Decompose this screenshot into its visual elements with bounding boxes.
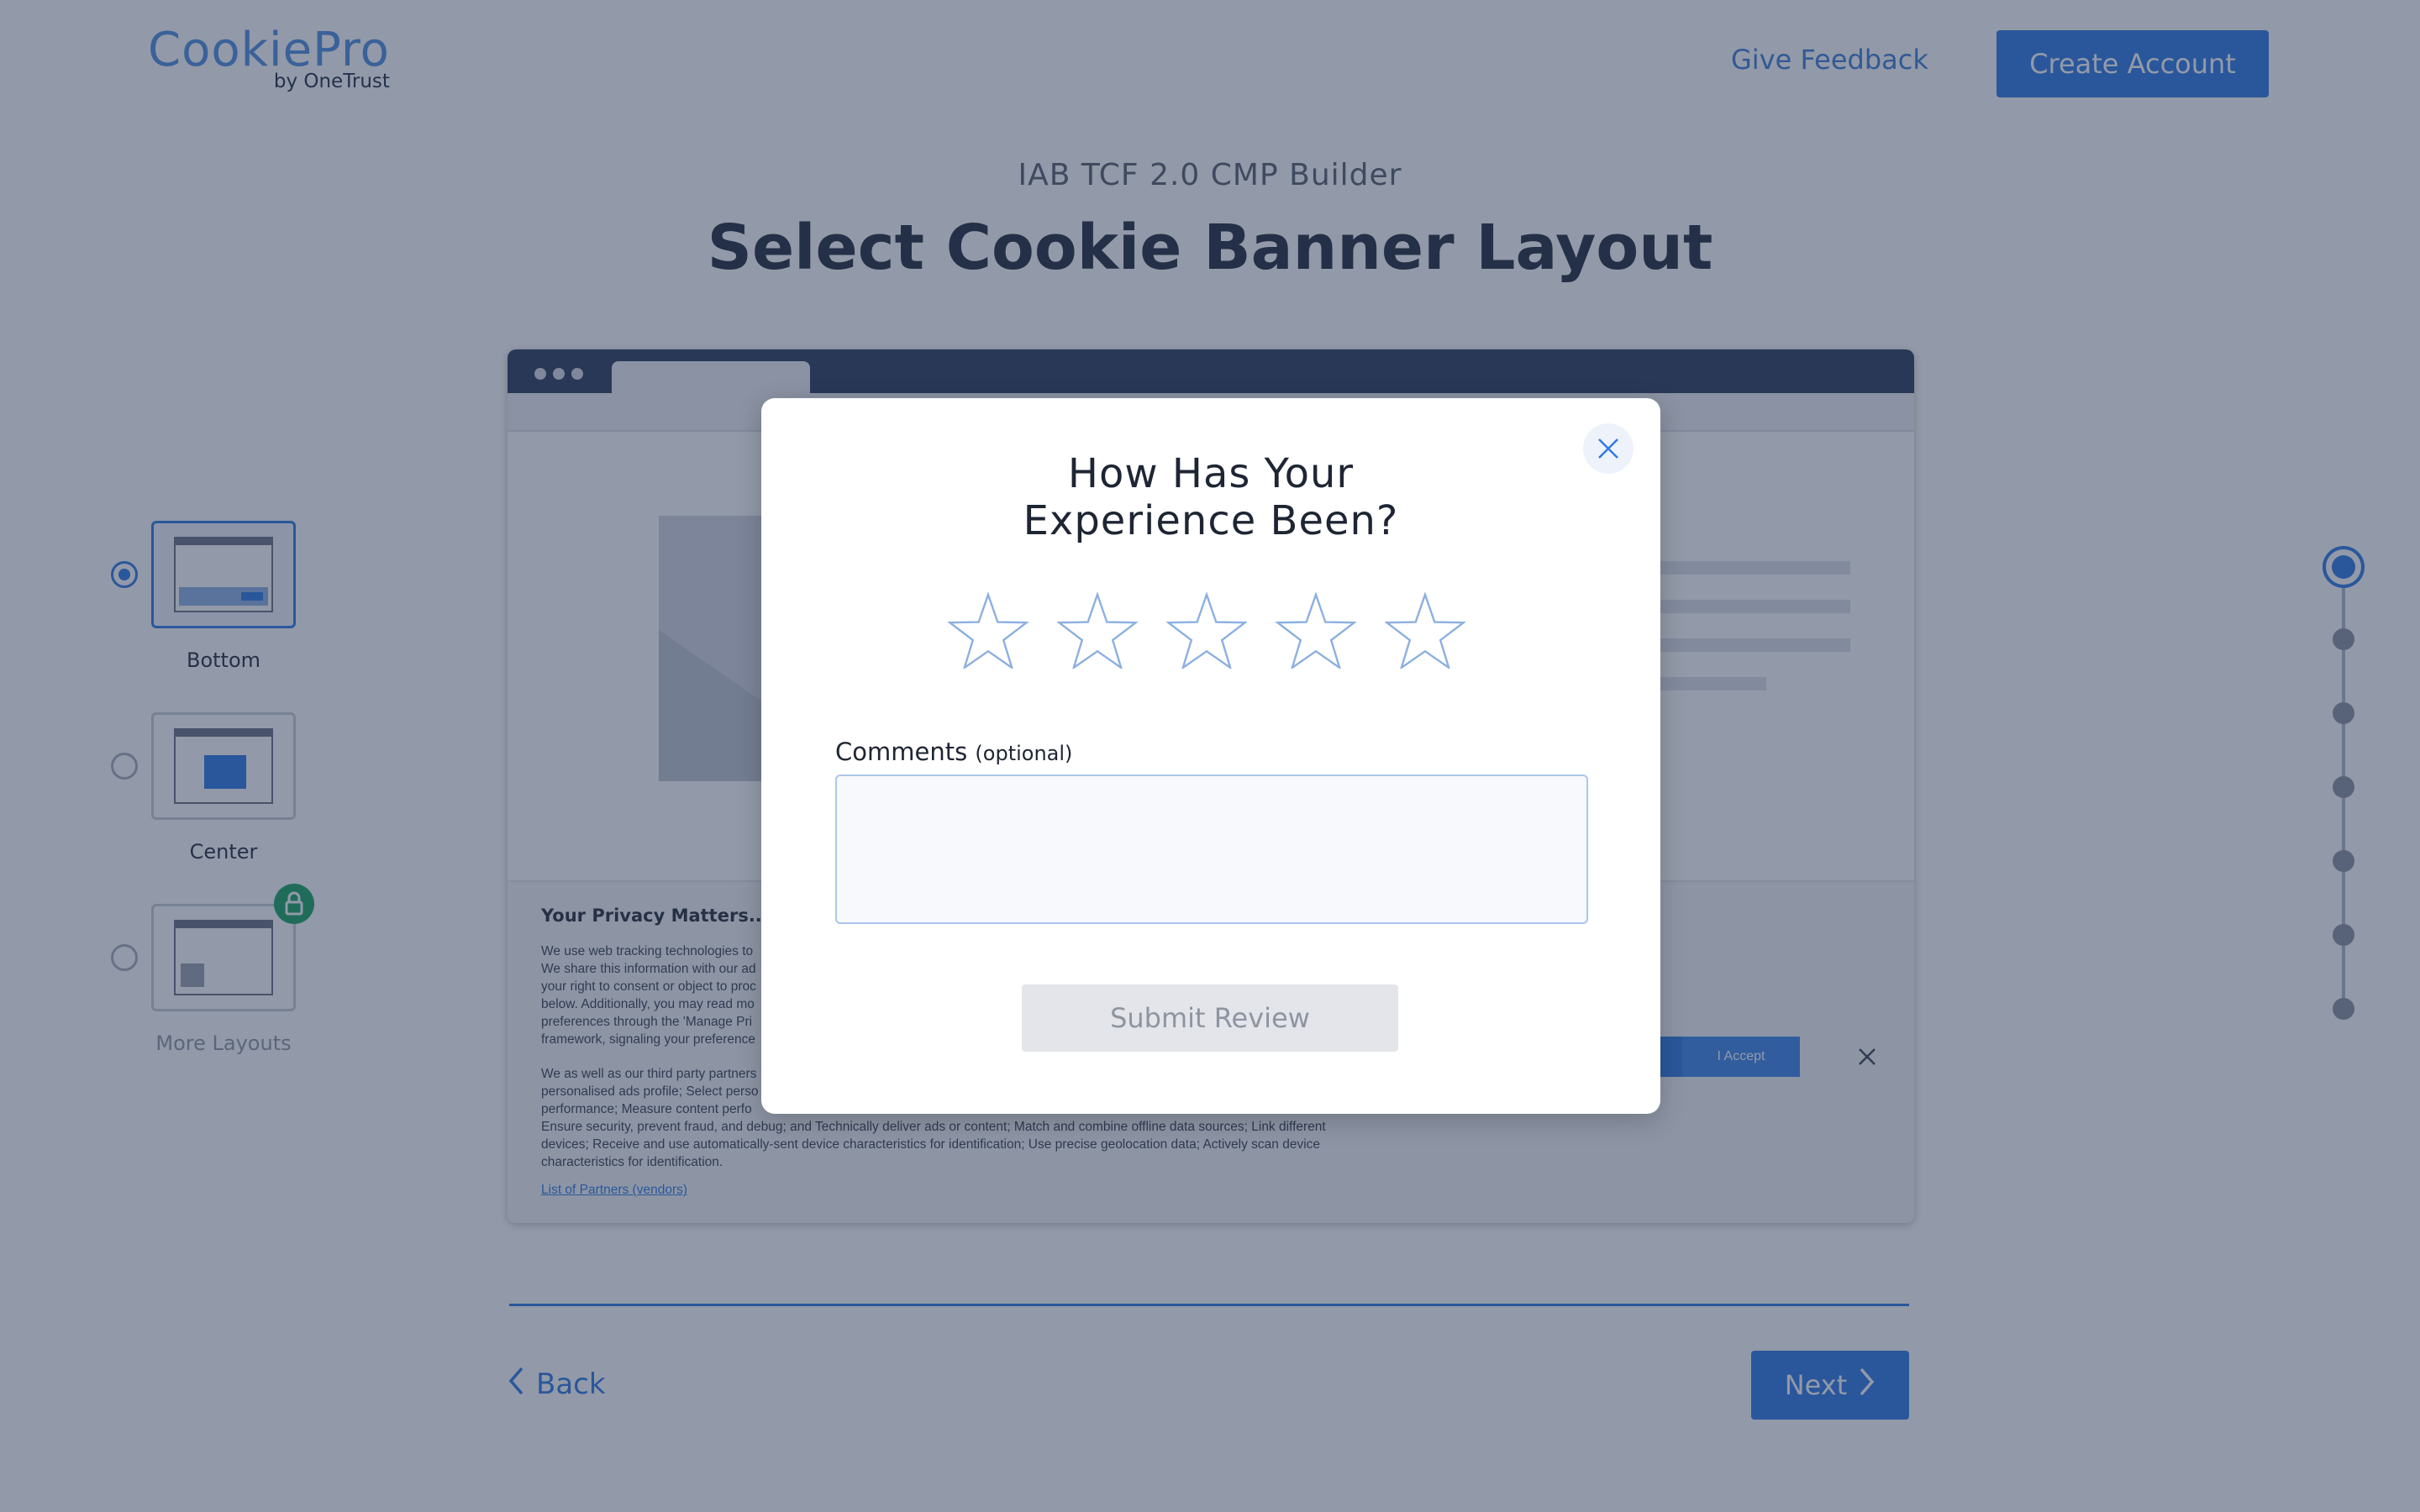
comments-label: Comments (optional) — [835, 738, 1073, 766]
feedback-modal: How Has Your Experience Been? Comments (… — [761, 398, 1660, 1114]
star-outline-icon[interactable] — [948, 591, 1028, 669]
comments-textarea[interactable] — [835, 774, 1588, 924]
star-outline-icon[interactable] — [1166, 591, 1247, 669]
modal-title: How Has Your Experience Been? — [1023, 450, 1399, 544]
star-outline-icon[interactable] — [1385, 591, 1465, 669]
submit-review-button[interactable]: Submit Review — [1022, 984, 1398, 1052]
star-outline-icon[interactable] — [1057, 591, 1138, 669]
star-rating — [948, 591, 1465, 669]
star-outline-icon[interactable] — [1276, 591, 1356, 669]
optional-hint: (optional) — [975, 742, 1073, 765]
